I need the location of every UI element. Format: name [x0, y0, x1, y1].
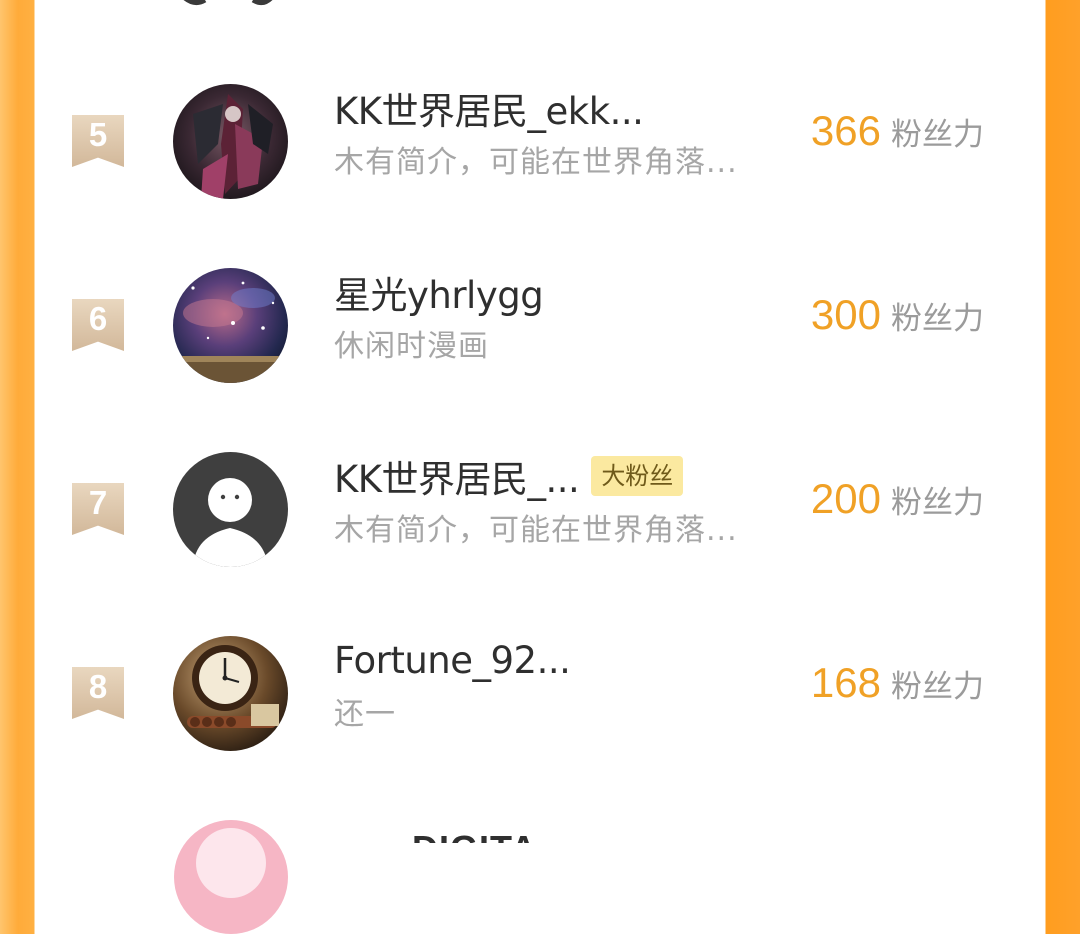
rank-badge: 8	[72, 667, 124, 719]
user-intro: 木有简介，可能在世界角落...	[334, 513, 738, 548]
user-intro: 还一	[334, 697, 396, 732]
fan-score: 366 粉丝力	[811, 107, 984, 155]
fan-score: 168 粉丝力	[811, 659, 984, 707]
user-name[interactable]: 星光yhrlygg	[334, 265, 544, 319]
next-entry-avatar[interactable]	[174, 820, 288, 934]
next-entry-name-fragment: DIGITA	[412, 828, 537, 843]
ranking-row-6[interactable]: 6 星光yhrlygg 休闲时漫画 300 粉丝力	[0, 268, 1080, 457]
user-intro: 休闲时漫画	[334, 329, 489, 364]
score-value: 168	[810, 659, 881, 706]
avatar[interactable]	[173, 452, 288, 567]
score-value: 200	[810, 475, 881, 522]
score-value: 300	[810, 291, 881, 338]
ranking-row-5[interactable]: 5 KK世界居民_ekk... 木有简介，可能在世界角落... 366 粉丝力	[0, 84, 1080, 273]
user-name[interactable]: Fortune_92...	[334, 639, 571, 682]
rank-badge: 7	[72, 483, 124, 535]
score-unit: 粉丝力	[891, 669, 984, 705]
next-entry-avatar-inner	[196, 828, 266, 898]
rank-badge: 6	[72, 299, 124, 351]
rank-badge: 5	[72, 115, 124, 167]
avatar[interactable]	[173, 636, 288, 751]
previous-entry-avatar-fragment	[175, 0, 290, 6]
avatar[interactable]	[173, 268, 288, 383]
score-unit: 粉丝力	[891, 301, 984, 337]
score-unit: 粉丝力	[891, 117, 984, 153]
user-intro: 木有简介，可能在世界角落...	[334, 145, 738, 180]
fan-score: 200 粉丝力	[811, 475, 984, 523]
score-value: 366	[810, 107, 881, 154]
big-fan-badge: 大粉丝	[591, 456, 684, 496]
avatar[interactable]	[173, 84, 288, 199]
ranking-row-7[interactable]: 7 KK世界居民_... 大粉丝 木有简介，可能在世界角落... 200 粉丝力	[0, 452, 1080, 641]
ranking-row-8[interactable]: 8 Fortune_92... 还一 168 粉丝力	[0, 636, 1080, 825]
fan-score: 300 粉丝力	[811, 291, 984, 339]
user-name[interactable]: KK世界居民_...	[334, 449, 580, 503]
user-name[interactable]: KK世界居民_ekk...	[334, 81, 644, 135]
score-unit: 粉丝力	[891, 485, 984, 521]
